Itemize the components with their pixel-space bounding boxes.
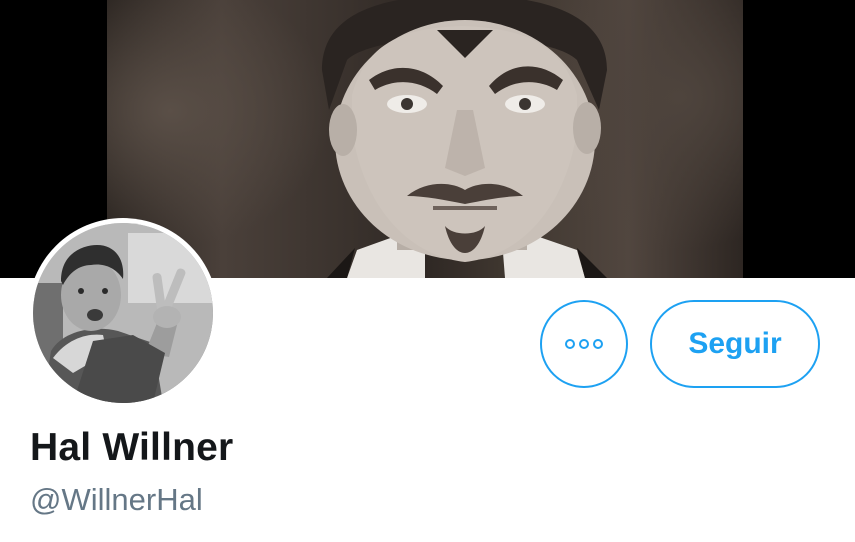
- profile-display-name: Hal Willner: [30, 426, 234, 469]
- profile-handle: @WillnerHal: [30, 482, 203, 517]
- follow-button[interactable]: Seguir: [650, 300, 820, 388]
- avatar-photo: [33, 223, 213, 403]
- more-options-icon: [565, 339, 603, 349]
- more-options-button[interactable]: [540, 300, 628, 388]
- profile-avatar[interactable]: [28, 218, 218, 408]
- profile-page: Seguir Hal Willner @WillnerHal: [0, 0, 855, 542]
